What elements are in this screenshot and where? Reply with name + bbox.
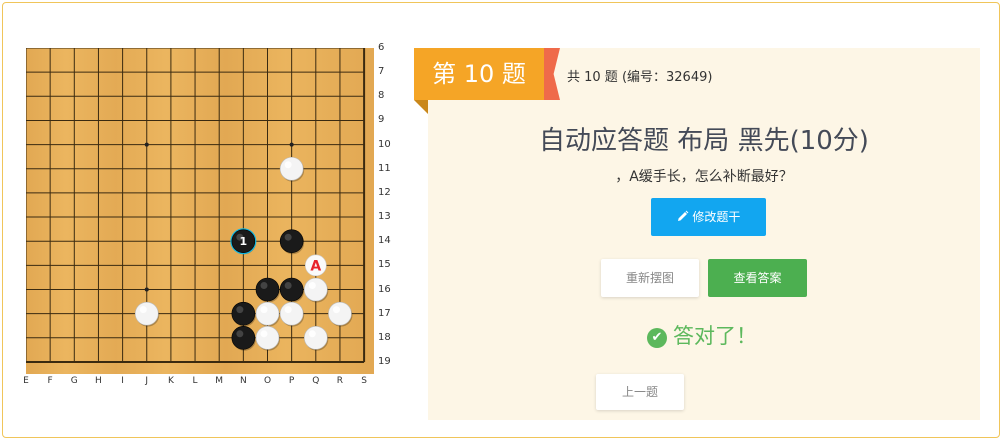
- row-label: 16: [378, 283, 391, 295]
- column-label: I: [121, 376, 124, 386]
- white-stone: [279, 156, 305, 182]
- go-board[interactable]: 1A: [26, 48, 374, 374]
- column-label: J: [145, 376, 149, 386]
- row-label: 17: [378, 307, 391, 319]
- go-board-grid[interactable]: 1A: [26, 48, 374, 374]
- column-label: P: [288, 376, 295, 386]
- edit-stem-label: 修改题干: [692, 210, 741, 224]
- problem-title: 自动应答题 布局 黑先(10分): [539, 126, 869, 156]
- view-answer-button[interactable]: 查看答案: [708, 259, 807, 297]
- row-label: 11: [378, 162, 391, 174]
- column-label: L: [192, 376, 198, 386]
- column-label: N: [239, 376, 247, 386]
- row-label: 12: [378, 186, 391, 198]
- column-label: H: [95, 376, 102, 386]
- row-label: 15: [378, 259, 391, 271]
- white-stone: [328, 301, 353, 327]
- marker-label: A: [310, 258, 321, 274]
- column-label: F: [47, 376, 53, 386]
- column-label: K: [167, 376, 174, 386]
- row-label: 6: [378, 42, 385, 53]
- column-label: Q: [312, 376, 320, 386]
- result-status: ✔ 答对了！: [647, 320, 757, 350]
- move-number-label: 1: [240, 235, 248, 248]
- edit-stem-button[interactable]: 修改题干: [651, 198, 766, 236]
- white-stone: [303, 325, 329, 351]
- black-stone: [255, 277, 280, 303]
- problem-question: ，A缓手长，怎么补断最好？: [615, 169, 793, 185]
- column-label: M: [215, 376, 224, 386]
- column-label: E: [23, 376, 29, 386]
- column-label: R: [336, 376, 344, 386]
- star-point: [144, 142, 149, 147]
- black-stone: [279, 229, 305, 255]
- column-label: S: [361, 376, 367, 386]
- black-stone: 1: [230, 228, 257, 255]
- row-label: 8: [378, 90, 385, 102]
- row-label: 13: [378, 211, 391, 223]
- white-stone: [255, 325, 280, 351]
- previous-problem-button[interactable]: 上一题: [596, 374, 684, 410]
- black-stone: [231, 301, 256, 327]
- white-stone: [279, 301, 305, 327]
- white-stone: [303, 277, 329, 303]
- row-label: 9: [378, 114, 385, 126]
- row-label: 14: [378, 235, 391, 247]
- problem-number-ribbon: 第 10 题: [414, 48, 544, 100]
- star-point: [144, 287, 149, 292]
- result-text: 答对了！: [673, 324, 757, 348]
- column-label: G: [70, 376, 78, 386]
- black-stone: [231, 325, 256, 351]
- row-label: 10: [378, 138, 391, 150]
- row-label: 19: [378, 355, 391, 367]
- white-stone: [134, 301, 160, 327]
- column-label: O: [263, 376, 272, 386]
- check-circle-icon: ✔: [647, 328, 667, 348]
- row-label: 7: [378, 66, 385, 78]
- row-label: 18: [378, 331, 391, 343]
- reset-board-button[interactable]: 重新摆图: [601, 259, 699, 297]
- pencil-icon: [677, 210, 693, 224]
- white-stone: [255, 301, 280, 327]
- ribbon-fold: [414, 100, 428, 114]
- black-stone: [279, 277, 305, 303]
- position-marker: A: [304, 254, 327, 277]
- star-point: [289, 142, 294, 147]
- problem-meta: 共 10 题 (编号：32649): [567, 70, 713, 85]
